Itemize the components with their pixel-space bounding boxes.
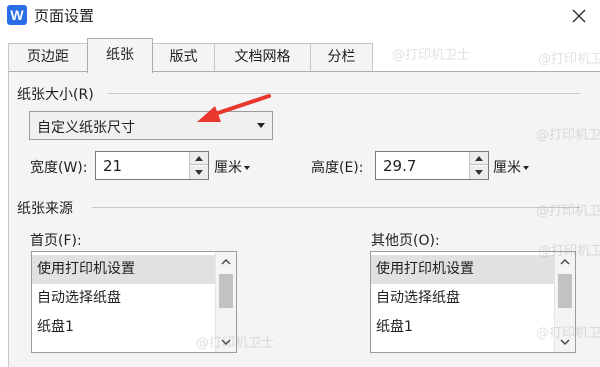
chevron-down-icon — [560, 339, 570, 345]
tab-document-grid[interactable]: 文档网格 — [214, 43, 311, 72]
spin-down-icon — [475, 170, 483, 175]
vertical-scrollbar[interactable] — [215, 252, 236, 352]
list-item[interactable]: 自动选择纸盘 — [371, 284, 554, 313]
tab-layout[interactable]: 版式 — [152, 43, 215, 72]
scroll-thumb[interactable] — [558, 274, 572, 308]
spin-up-icon — [195, 156, 203, 161]
scroll-up-button[interactable] — [555, 252, 575, 272]
chevron-down-icon — [221, 339, 231, 345]
height-spinbox[interactable]: 29.7 — [375, 151, 489, 180]
height-increment-button[interactable] — [470, 152, 488, 165]
caret-down-icon — [244, 166, 250, 170]
list-item[interactable]: 使用打印机设置 — [32, 255, 215, 284]
width-value: 21 — [103, 157, 123, 175]
paper-size-selected-value: 自定义纸张尺寸 — [37, 120, 135, 136]
paper-size-select[interactable]: 自定义纸张尺寸 — [29, 111, 273, 140]
wps-writer-app-icon: W — [7, 5, 27, 25]
width-decrement-button[interactable] — [190, 166, 208, 179]
tab-margins[interactable]: 页边距 — [8, 43, 88, 72]
height-unit-label: 厘米 — [493, 160, 521, 176]
first-page-label: 首页(F): — [30, 233, 82, 249]
paper-source-section-label: 纸张来源 — [17, 198, 77, 218]
height-label: 高度(E): — [311, 160, 364, 176]
chevron-up-icon — [560, 259, 570, 265]
height-spin-buttons — [469, 152, 488, 179]
tab-paper[interactable]: 纸张 — [87, 38, 153, 73]
list-item[interactable]: 纸盘1 — [32, 313, 215, 342]
scroll-down-button[interactable] — [216, 332, 236, 352]
scroll-thumb[interactable] — [219, 274, 233, 308]
scroll-up-button[interactable] — [216, 252, 236, 272]
scroll-down-button[interactable] — [555, 332, 575, 352]
first-page-tray-list[interactable]: 使用打印机设置 自动选择纸盘 纸盘1 — [31, 251, 237, 353]
section-divider — [92, 207, 580, 208]
chevron-up-icon — [221, 259, 231, 265]
close-button[interactable] — [566, 3, 592, 29]
tab-columns[interactable]: 分栏 — [310, 43, 373, 72]
spin-up-icon — [475, 156, 483, 161]
height-decrement-button[interactable] — [470, 166, 488, 179]
height-unit-dropdown[interactable]: 厘米 — [493, 157, 529, 177]
width-unit-label: 厘米 — [214, 160, 242, 176]
paper-size-section-label: 纸张大小(R) — [17, 84, 98, 104]
width-unit-dropdown[interactable]: 厘米 — [214, 157, 250, 177]
width-spin-buttons — [189, 152, 208, 179]
other-pages-label: 其他页(O): — [371, 233, 440, 249]
list-item[interactable]: 纸盘1 — [371, 313, 554, 342]
tab-strip: 页边距 纸张 版式 文档网格 分栏 — [0, 38, 600, 73]
width-spinbox[interactable]: 21 — [95, 151, 209, 180]
dropdown-arrow-icon — [257, 123, 265, 128]
width-label: 宽度(W): — [30, 160, 88, 176]
caret-down-icon — [523, 166, 529, 170]
other-pages-tray-list[interactable]: 使用打印机设置 自动选择纸盘 纸盘1 — [370, 251, 576, 353]
width-increment-button[interactable] — [190, 152, 208, 165]
height-value: 29.7 — [383, 157, 417, 175]
title-bar: W 页面设置 — [0, 0, 600, 32]
list-item[interactable]: 使用打印机设置 — [371, 255, 554, 284]
spin-down-icon — [195, 170, 203, 175]
section-divider — [108, 93, 580, 94]
dialog-title: 页面设置 — [34, 7, 95, 25]
list-item[interactable]: 自动选择纸盘 — [32, 284, 215, 313]
vertical-scrollbar[interactable] — [554, 252, 575, 352]
close-icon — [572, 9, 586, 23]
